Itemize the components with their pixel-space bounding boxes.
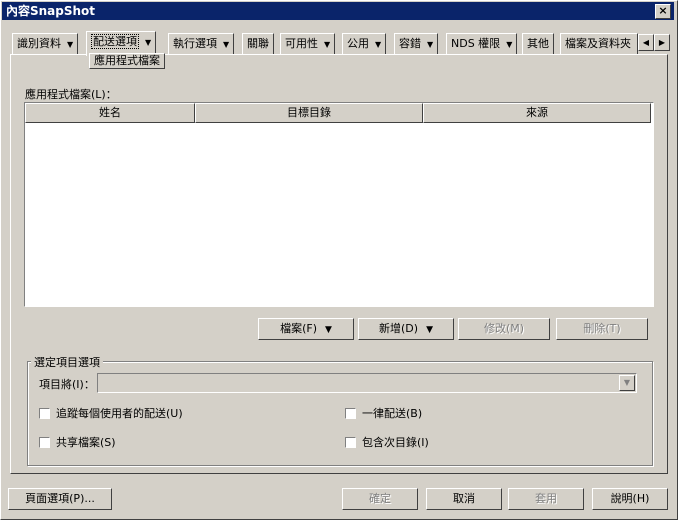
files-list-label: 應用程式檔案(L)： — [25, 88, 117, 101]
chevron-down-icon[interactable]: ▼ — [619, 375, 635, 391]
subtab-application-files[interactable]: 應用程式檔案 — [89, 53, 165, 69]
checkbox-label: 追蹤每個使用者的配送(U) — [56, 407, 183, 420]
tab-label: NDS 權限 — [451, 37, 501, 50]
checkbox-label: 共享檔案(S) — [56, 436, 116, 449]
help-button[interactable]: 說明(H) — [592, 488, 668, 510]
scroll-right-icon[interactable]: ▶ — [654, 34, 670, 51]
add-button-label: 新增(D) — [379, 322, 419, 335]
delete-button[interactable]: 刪除(T) — [556, 318, 648, 340]
tab-common[interactable]: 公用 ▼ — [342, 33, 387, 54]
group-title: 選定項目選項 — [31, 354, 103, 370]
tab-label: 執行選項 — [173, 37, 217, 50]
file-button-label: 檔案(F) — [280, 322, 317, 335]
tab-fault-tolerance[interactable]: 容錯 ▼ — [394, 33, 439, 54]
checkbox-box[interactable] — [39, 408, 50, 419]
tab-label: 公用 — [347, 37, 369, 50]
file-menu-button[interactable]: 檔案(F) ▼ — [258, 318, 354, 340]
close-button[interactable]: × — [655, 4, 671, 19]
chevron-down-icon: ▼ — [145, 38, 152, 47]
cancel-button[interactable]: 取消 — [426, 488, 502, 510]
item-will-select[interactable]: ▼ — [97, 373, 637, 393]
add-menu-button[interactable]: 新增(D) ▼ — [358, 318, 454, 340]
window-title: 內容SnapShot — [6, 4, 96, 18]
ok-button[interactable]: 確定 — [342, 488, 418, 510]
column-header-name[interactable]: 姓名 — [25, 103, 195, 123]
files-list[interactable]: 姓名 目標目錄 來源 — [24, 102, 654, 307]
tab-label: 配送選項 — [91, 34, 139, 49]
tab-identification[interactable]: 識別資料 ▼ — [12, 33, 79, 54]
chevron-down-icon: ▼ — [67, 40, 74, 49]
page-options-button[interactable]: 頁面選項(P)... — [8, 488, 112, 510]
tab-label: 檔案及資料夾 — [565, 37, 631, 50]
tab-label: 可用性 — [285, 37, 318, 50]
tab-label: 容錯 — [399, 37, 421, 50]
chevron-down-icon: ▼ — [223, 40, 230, 49]
tab-run-options[interactable]: 執行選項 ▼ — [168, 33, 235, 54]
modify-button[interactable]: 修改(M) — [458, 318, 550, 340]
column-header-source[interactable]: 來源 — [423, 103, 651, 123]
chevron-down-icon: ▼ — [325, 325, 332, 335]
chevron-down-icon: ▼ — [426, 325, 433, 335]
tab-label: 關聯 — [247, 37, 269, 50]
scroll-left-icon[interactable]: ◀ — [638, 34, 654, 51]
chevron-down-icon: ▼ — [506, 40, 513, 49]
tab-label: 其他 — [527, 37, 549, 50]
checkbox-box[interactable] — [39, 437, 50, 448]
checkbox-label: 一律配送(B) — [362, 407, 423, 420]
chevron-down-icon: ▼ — [427, 40, 434, 49]
checkbox-box[interactable] — [345, 437, 356, 448]
checkbox-box[interactable] — [345, 408, 356, 419]
title-bar[interactable]: 內容SnapShot × — [2, 2, 674, 20]
chevron-down-icon: ▼ — [324, 40, 331, 49]
checkbox-label: 包含次目錄(I) — [362, 436, 429, 449]
tab-files-folders[interactable]: 檔案及資料夾 — [560, 33, 638, 54]
tab-nds-rights[interactable]: NDS 權限 ▼ — [446, 33, 518, 54]
apply-button[interactable]: 套用 — [508, 488, 584, 510]
tab-other[interactable]: 其他 — [522, 33, 554, 54]
chevron-down-icon: ▼ — [375, 40, 382, 49]
tab-availability[interactable]: 可用性 ▼ — [280, 33, 336, 54]
tab-associations[interactable]: 關聯 — [242, 33, 274, 54]
column-header-target-dir[interactable]: 目標目錄 — [195, 103, 423, 123]
tab-label: 識別資料 — [17, 37, 61, 50]
item-will-label: 項目將(I)： — [39, 378, 95, 391]
